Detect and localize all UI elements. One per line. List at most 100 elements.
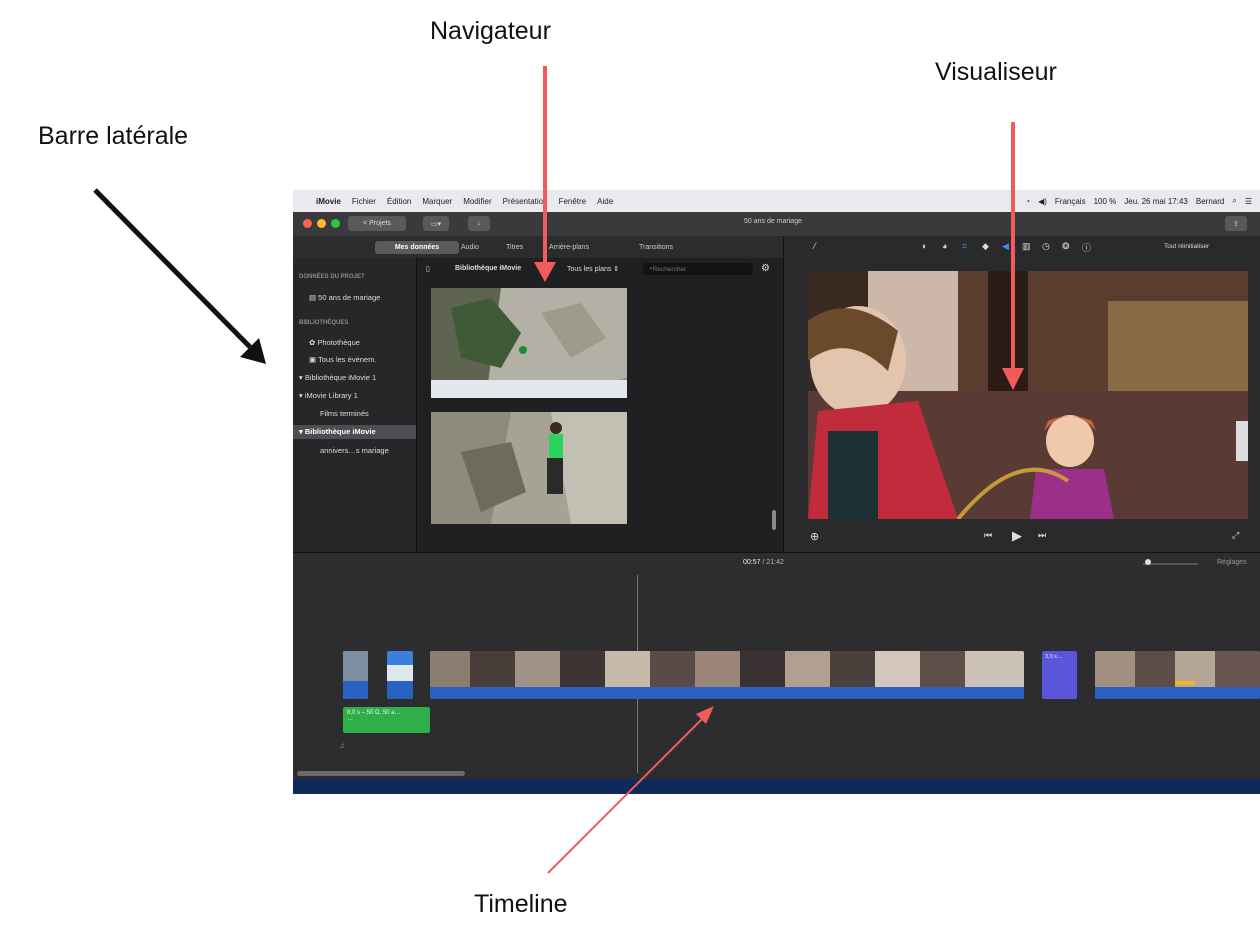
timeline-clip-purple-label: 3,0 s… (1045, 654, 1063, 660)
tab-titres[interactable]: Titres (500, 241, 529, 254)
skip-forward-button[interactable]: ⏭ (1038, 530, 1046, 541)
layout-button[interactable]: ▭▾ (423, 216, 449, 231)
play-button[interactable]: ▶ (1012, 528, 1022, 544)
menu-fenetre[interactable]: Fenêtre (559, 197, 587, 206)
timeline-clip-2[interactable] (387, 651, 413, 699)
sidebar-item-bibliotheque-imovie[interactable]: ▾ Bibliothèque iMovie (293, 425, 416, 439)
clock[interactable]: Jeu. 26 mai 17:43 (1124, 197, 1188, 206)
info-icon[interactable]: ⓘ (1082, 241, 1091, 254)
zoom-slider[interactable] (1143, 563, 1198, 565)
timeline-clip-last[interactable] (1095, 651, 1260, 699)
music-note-icon[interactable]: ♫ (339, 741, 345, 750)
climbing-photo-1 (431, 288, 627, 398)
gear-icon[interactable]: ⚙ (761, 263, 770, 274)
viewer-video-frame (808, 271, 1248, 519)
sidebar-item-phototheque[interactable]: ✿ Photothèque (309, 338, 360, 347)
color-correction-icon[interactable]: ◕ (942, 241, 947, 251)
tab-audio[interactable]: Audio (455, 241, 485, 254)
menu-aide[interactable]: Aide (597, 197, 613, 206)
clip-thumbnail-2[interactable] (431, 412, 627, 524)
clip-thumb-1 (343, 651, 368, 699)
desktop-strip (293, 779, 1260, 794)
fullscreen-icon[interactable]: ⤢ (1232, 530, 1239, 541)
magic-wand-icon[interactable]: ⁄ (814, 241, 816, 251)
sidebar-toggle-icon[interactable]: ▯ (426, 265, 430, 273)
tab-mes-donnees[interactable]: Mes données (375, 241, 459, 254)
search-input[interactable]: ⌕ Rechercher (643, 263, 753, 275)
browser-bar: ▯ Bibliothèque iMovie Tous les plans ⇕ ⌕… (417, 258, 784, 280)
title-bar: < Projets ▭▾ ↓ 50 ans de mariage ⇪ (293, 212, 1260, 236)
projects-back-button[interactable]: < Projets (348, 216, 406, 231)
reset-all-button[interactable]: Tout réinitialiser (1164, 243, 1209, 250)
window-title: 50 ans de mariage (744, 218, 802, 225)
skip-back-button[interactable]: ⏮ (984, 530, 992, 541)
menu-bar: iMovie Fichier Édition Marquer Modifier … (293, 190, 1260, 212)
timeline-clip-main[interactable] (430, 651, 1024, 699)
tab-transitions[interactable]: Transitions (633, 241, 679, 254)
content-tabs: Mes données Audio Titres Arrière-plans T… (293, 236, 783, 258)
minimize-button[interactable] (317, 219, 326, 228)
menu-presentation[interactable]: Présentation (503, 197, 548, 206)
menu-fichier[interactable]: Fichier (352, 197, 376, 206)
sidebar-item-project-label: 50 ans de mariage (318, 293, 381, 302)
color-balance-icon[interactable]: ◐ (922, 241, 927, 251)
timeline-audio-clip-green[interactable]: 8,0 s – 50 Ω, 50 a… … (343, 707, 430, 733)
browser-library-label: Bibliothèque iMovie (455, 265, 522, 272)
volume-icon[interactable]: ◀ (1002, 241, 1009, 252)
noise-reduction-icon[interactable]: ▥ (1022, 241, 1031, 252)
menu-edition[interactable]: Édition (387, 197, 411, 206)
timecode: 00:57 / 21:42 (743, 559, 784, 566)
viewer: ⁄ ◐ ◕ ⌗ ◆ ◀ ▥ ◷ ❂ ⓘ Tout réinitialiser ⊕… (783, 236, 1260, 552)
callout-barre-laterale: Barre latérale (38, 122, 189, 150)
zoom-slider-knob[interactable] (1145, 559, 1151, 565)
sidebar-item-library-1[interactable]: ▾ Bibliothèque iMovie 1 (299, 373, 376, 382)
sidebar-item-phototheque-label: Photothèque (317, 338, 360, 347)
timeline-clip-1[interactable] (343, 651, 368, 699)
menu-modifier[interactable]: Modifier (463, 197, 491, 206)
wifi-icon[interactable]: ◔ (1025, 197, 1030, 206)
timecode-current: 00:57 (743, 559, 761, 566)
menu-app[interactable]: iMovie (316, 197, 341, 206)
sidebar-item-project[interactable]: ▤ 50 ans de mariage (309, 293, 380, 302)
callout-navigateur: Navigateur (430, 17, 551, 45)
events-icon: ▣ (309, 355, 319, 364)
spotlight-icon[interactable]: ⌕ (1232, 196, 1236, 206)
clip-filter-select[interactable]: Tous les plans ⇕ (567, 265, 619, 273)
film-icon: ▤ (309, 293, 319, 302)
timeline-settings-button[interactable]: Réglages (1217, 559, 1247, 566)
microphone-icon[interactable]: ⊕ (810, 530, 819, 543)
filter-icon[interactable]: ❂ (1062, 241, 1070, 252)
menu-status-area: ◔ ◀) Français 100 % Jeu. 26 mai 17:43 Be… (1025, 196, 1260, 206)
volume-icon[interactable]: ◀) (1038, 197, 1047, 206)
video-frame-image (808, 271, 1248, 519)
input-language[interactable]: Français (1055, 197, 1086, 206)
notification-icon[interactable]: ☰ (1245, 197, 1252, 206)
battery-level[interactable]: 100 % (1094, 197, 1117, 206)
stabilization-icon[interactable]: ◆ (982, 241, 989, 252)
sidebar-item-event[interactable]: annivers…s mariage (320, 446, 389, 455)
share-button[interactable]: ⇪ (1225, 216, 1247, 231)
sidebar: DONNÉES DU PROJET ▤ 50 ans de mariage BI… (293, 258, 416, 552)
callout-timeline: Timeline (474, 890, 568, 918)
sidebar-item-films-termines[interactable]: Films terminés (320, 409, 369, 418)
speed-icon[interactable]: ◷ (1042, 241, 1050, 252)
timeline-scrollbar[interactable] (297, 771, 465, 776)
sidebar-item-imovie-library-1[interactable]: ▾ iMovie Library 1 (299, 391, 358, 400)
timeline: 00:57 / 21:42 Réglages 3,0 s… 8,0 s – 50… (293, 552, 1260, 794)
sidebar-item-all-events[interactable]: ▣ Tous les événem. (309, 355, 376, 364)
browser: ▯ Bibliothèque iMovie Tous les plans ⇕ ⌕… (416, 258, 784, 552)
arrow-barre-laterale-head (240, 338, 266, 364)
menu-marquer[interactable]: Marquer (422, 197, 452, 206)
climbing-photo-2 (431, 412, 627, 524)
tab-arriere-plans[interactable]: Arrière-plans (543, 241, 595, 254)
clip-thumbnail-1[interactable] (431, 288, 627, 398)
zoom-button[interactable] (331, 219, 340, 228)
crop-icon[interactable]: ⌗ (962, 241, 967, 252)
close-button[interactable] (303, 219, 312, 228)
user-name[interactable]: Bernard (1196, 197, 1224, 206)
import-button[interactable]: ↓ (468, 216, 490, 231)
clip-filmstrip-last (1095, 651, 1260, 699)
timeline-clip-purple[interactable]: 3,0 s… (1042, 651, 1077, 699)
browser-scrollbar[interactable] (772, 510, 776, 530)
arrow-barre-laterale (93, 188, 252, 349)
